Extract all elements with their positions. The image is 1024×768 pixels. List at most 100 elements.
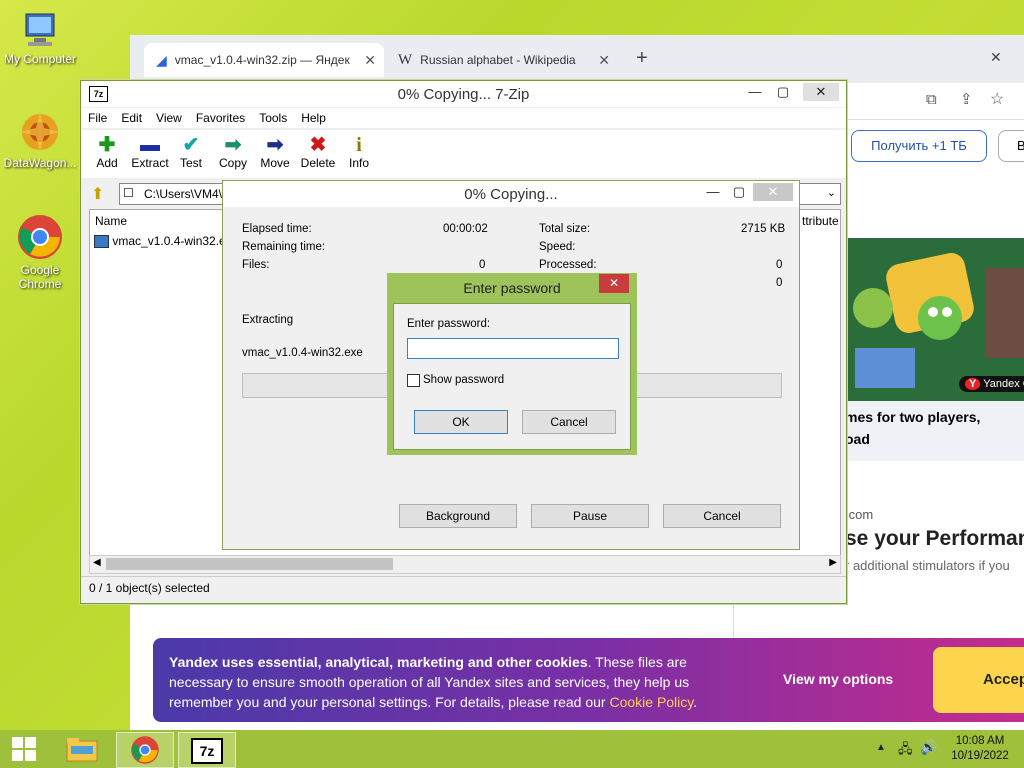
browser-tab-wikipedia[interactable]: W Russian alphabet - Wikipedia ✕ [388,43,618,77]
game-caption[interactable]: mes for two players, [845,409,980,425]
minimize-icon[interactable]: — [699,183,727,201]
status-text: 0 / 1 object(s) selected [89,581,210,595]
7zip-taskbar-button[interactable]: 7z [178,732,236,768]
menu-view[interactable]: View [149,108,189,128]
windows-icon [12,737,36,761]
game-caption[interactable]: oad [845,431,870,447]
game-badge: Y Yandex G [959,376,1024,392]
chevron-up-icon[interactable]: ▲ [876,742,886,753]
chevron-down-icon[interactable]: ⌄ [827,186,836,199]
get-tb-button[interactable]: Получить +1 ТБ [851,130,987,162]
browser-tab-bar: ◢ vmac_v1.0.4-win32.zip — Яндекс ✕ W Rus… [130,35,1024,83]
remaining-label: Remaining time: [242,241,326,253]
delete-icon: ✖ [309,134,327,156]
desktop-icon-chrome[interactable]: Google Chrome [0,213,80,291]
maximize-icon[interactable]: ▢ [769,83,797,101]
action-label: Extracting [242,314,294,326]
copy-button[interactable]: ➡ Copy [211,134,255,170]
total-size-label: Total size: [539,223,591,235]
menu-favorites[interactable]: Favorites [189,108,252,128]
horizontal-scrollbar[interactable]: ◀ ▶ [89,555,841,574]
volume-icon[interactable]: 🔊 [920,739,937,756]
partial-button[interactable]: В [998,130,1024,162]
show-password-checkbox[interactable] [407,374,420,387]
close-icon[interactable]: ✕ [990,49,1002,66]
password-input[interactable] [407,338,619,359]
accept-button[interactable]: Accep [933,647,1024,713]
list-item[interactable]: vmac_v1.0.4-win32.ex [94,234,232,249]
wikipedia-icon: W [398,51,413,68]
test-button[interactable]: ✔ Test [169,134,213,170]
star-icon[interactable]: ☆ [990,89,1004,109]
menu-edit[interactable]: Edit [114,108,149,128]
close-icon[interactable]: ✕ [599,274,629,293]
processed-value: 0 [776,259,783,271]
password-dialog: Enter password ✕ Enter password: Show pa… [387,273,637,455]
taskbar: 7z ▲ 🖧 🔊 10:08 AM 10/19/2022 [0,730,1024,768]
move-button[interactable]: ➡ Move [253,134,297,170]
cancel-button[interactable]: Cancel [522,410,616,434]
new-tab-button[interactable]: + [636,47,648,70]
7zip-logo-icon: 7z [191,738,223,764]
tab-title: Russian alphabet - Wikipedia [420,53,576,67]
file-explorer-button[interactable] [54,732,110,766]
maximize-icon[interactable]: ▢ [725,183,753,201]
clock-time: 10:08 AM [955,735,1005,747]
delete-button[interactable]: ✖ Delete [296,134,340,170]
game-card-image[interactable]: Y Yandex G [845,238,1024,401]
add-button[interactable]: ✚ Add [85,134,129,170]
desktop-icon-my-computer[interactable]: My Computer [0,10,80,66]
background-button[interactable]: Background [399,504,517,528]
exe-file-icon [94,235,109,249]
chevron-left-icon[interactable]: ◀ [93,557,101,568]
ad-headline[interactable]: se your Performan [845,527,1024,551]
yandex-games-icon: Y [965,378,981,390]
close-icon[interactable]: ✕ [803,83,839,101]
desktop-icon-label: Google Chrome [18,263,62,291]
menu-file[interactable]: File [81,108,114,128]
chrome-taskbar-button[interactable] [116,732,174,768]
window-title: 0% Copying... 7-Zip [397,86,530,103]
network-icon[interactable]: 🖧 [898,740,913,762]
pause-button[interactable]: Pause [531,504,649,528]
chrome-icon [16,213,64,261]
clock[interactable]: 10:08 AM 10/19/2022 [950,734,1010,764]
extra-value: 0 [776,277,783,289]
cookie-banner: Yandex uses essential, analytical, marke… [153,638,1024,722]
yandex-disk-icon: ◢ [156,51,167,68]
ok-button[interactable]: OK [414,410,508,434]
desktop-icon-datawagon[interactable]: DataWagon... [0,110,80,170]
close-tab-icon[interactable]: ✕ [598,52,610,69]
column-name[interactable]: Name [95,214,127,228]
cookie-text-bold: Yandex uses essential, analytical, marke… [169,654,588,670]
close-icon[interactable]: ✕ [753,183,793,201]
folder-icon [66,738,98,762]
test-icon: ✔ [182,134,200,156]
site-domain: .com [845,507,874,522]
close-tab-icon[interactable]: ✕ [364,52,376,69]
tab-title: vmac_v1.0.4-win32.zip — Яндекс [174,53,350,67]
minimize-icon[interactable]: — [741,83,769,101]
extract-icon: ▬ [140,134,160,156]
password-label: Enter password: [407,318,491,330]
start-button[interactable] [0,732,48,766]
total-size-value: 2715 KB [741,223,786,235]
cancel-button[interactable]: Cancel [663,504,781,528]
translate-icon[interactable]: ⧉ [926,91,937,108]
move-icon: ➡ [266,134,284,156]
column-attributes[interactable]: ttribute [802,214,839,228]
menu-tools[interactable]: Tools [252,108,294,128]
info-icon: i [356,134,362,156]
folder-up-icon[interactable]: ⬆ [91,184,104,204]
chevron-right-icon[interactable]: ▶ [829,557,837,568]
cookie-text: Yandex uses essential, analytical, marke… [169,654,698,710]
menu-help[interactable]: Help [294,108,333,128]
info-button[interactable]: i Info [337,134,381,170]
browser-tab-yandex[interactable]: ◢ vmac_v1.0.4-win32.zip — Яндекс ✕ [144,43,384,77]
cookie-policy-link[interactable]: Cookie Policy [609,694,693,710]
share-icon[interactable]: ⇪ [960,90,973,108]
scrollbar-thumb[interactable] [106,558,393,570]
view-options-button[interactable]: View my options [783,671,893,687]
extract-button[interactable]: ▬ Extract [128,134,172,170]
computer-icon [20,10,60,50]
